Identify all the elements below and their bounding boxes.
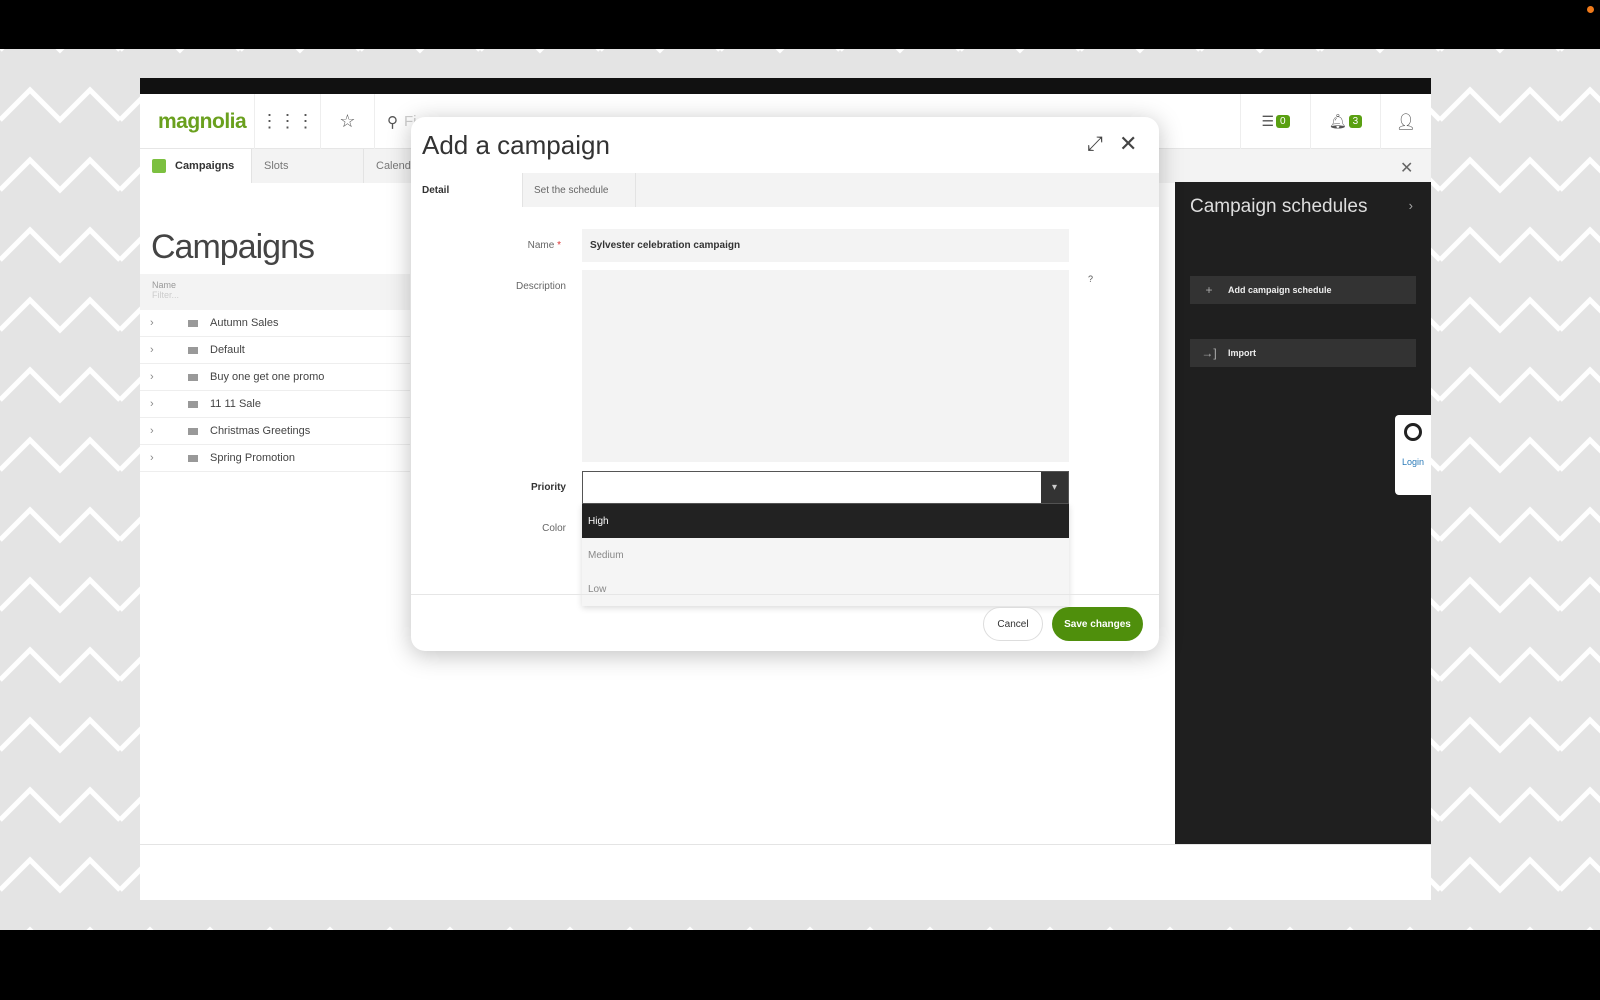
chevron-right-icon[interactable]: ›	[150, 317, 164, 329]
folder-icon	[188, 373, 198, 381]
chevron-right-icon[interactable]: ›	[150, 398, 164, 410]
login-link[interactable]: Login	[1395, 457, 1431, 467]
footer-divider	[411, 594, 1159, 595]
notifications-badge: 3	[1348, 115, 1363, 128]
folder-icon	[188, 319, 198, 327]
tasks-badge: 0	[1276, 115, 1290, 128]
cancel-button[interactable]: Cancel	[983, 607, 1043, 641]
screen-top-bar	[0, 0, 1600, 49]
save-changes-button[interactable]: Save changes	[1052, 607, 1143, 641]
button-label: Add campaign schedule	[1228, 285, 1332, 295]
bell-icon: 🔔︎	[1328, 113, 1347, 129]
panel-title: Campaign schedules	[1190, 196, 1368, 217]
list-item[interactable]: › Buy one get one promo	[140, 364, 410, 391]
footer-divider	[140, 844, 1431, 845]
item-label: 11 11 Sale	[210, 398, 261, 410]
window-strip	[140, 78, 1431, 94]
tab-label: Slots	[264, 160, 289, 172]
item-label: Christmas Greetings	[210, 425, 311, 437]
chevron-right-icon[interactable]: ›	[150, 425, 164, 437]
import-icon: →]	[1201, 346, 1217, 360]
list-item[interactable]: › 11 11 Sale	[140, 391, 410, 418]
item-label: Spring Promotion	[210, 452, 295, 464]
plus-icon: +	[1205, 283, 1213, 297]
priority-label: Priority	[530, 482, 566, 493]
column-header-name[interactable]: Name Filter...	[140, 274, 410, 310]
tab-set-the-schedule[interactable]: Set the schedule	[523, 173, 636, 207]
user-icon[interactable]: 👤︎	[1380, 94, 1431, 149]
app-launcher-icon[interactable]: ⋮⋮⋮	[254, 94, 320, 149]
list-item[interactable]: › Christmas Greetings	[140, 418, 410, 445]
favorites-star-icon[interactable]: ☆	[320, 94, 374, 149]
option-high[interactable]: High	[582, 504, 1069, 538]
filter-input[interactable]: Filter...	[152, 290, 398, 300]
folder-icon	[188, 427, 198, 435]
close-app-icon[interactable]: ✕	[1400, 158, 1413, 178]
notifications-button[interactable]: 🔔︎ 3	[1310, 94, 1380, 149]
campaign-schedules-panel: Campaign schedules › + Add campaign sched…	[1175, 182, 1431, 844]
dialog-tabs: Detail Set the schedule	[411, 173, 1159, 207]
item-label: Buy one get one promo	[210, 371, 325, 383]
dialog-title: Add a campaign	[422, 130, 610, 160]
item-label: Default	[210, 344, 245, 356]
tab-label: Set the schedule	[534, 184, 609, 196]
list-item[interactable]: › Default	[140, 337, 410, 364]
list-item[interactable]: › Spring Promotion	[140, 445, 410, 472]
button-label: Import	[1228, 348, 1256, 358]
chevron-right-icon[interactable]: ›	[150, 452, 164, 464]
logo: magnolia	[158, 110, 247, 133]
campaigns-app-icon	[152, 159, 166, 173]
option-low[interactable]: Low	[582, 572, 1069, 606]
add-campaign-schedule-button[interactable]: + Add campaign schedule	[1190, 276, 1416, 304]
color-label: Color	[542, 523, 566, 534]
screen-bottom-bar	[0, 930, 1600, 1000]
chevron-right-icon[interactable]: ›	[150, 344, 164, 356]
folder-icon	[188, 346, 198, 354]
page-title: Campaigns	[151, 228, 315, 266]
folder-icon	[188, 400, 198, 408]
add-campaign-dialog: Add a campaign ⤢ ✕ Detail Set the schedu…	[411, 117, 1159, 651]
recording-indicator	[1587, 6, 1594, 13]
tasks-button[interactable]: ☰ 0	[1240, 94, 1310, 149]
tab-campaigns[interactable]: Campaigns	[140, 149, 252, 183]
chevron-right-icon[interactable]: ›	[150, 371, 164, 383]
tab-label: Detail	[422, 184, 450, 196]
tasks-icon: ☰	[1261, 113, 1274, 129]
description-textarea[interactable]	[582, 270, 1069, 462]
import-button[interactable]: →] Import	[1190, 339, 1416, 367]
column-label: Name	[152, 280, 177, 290]
priority-select[interactable]: ▾	[582, 471, 1069, 504]
tab-slots[interactable]: Slots	[252, 149, 364, 183]
login-widget[interactable]: Login	[1395, 415, 1431, 495]
priority-dropdown: High Medium Low	[582, 504, 1069, 606]
help-icon[interactable]: ?	[1088, 274, 1093, 284]
search-icon: ⚲	[387, 113, 398, 131]
description-label: Description	[515, 281, 566, 292]
name-input[interactable]: Sylvester celebration campaign	[582, 229, 1069, 262]
item-label: Autumn Sales	[210, 317, 279, 329]
chevron-right-icon[interactable]: ›	[1409, 198, 1413, 213]
option-medium[interactable]: Medium	[582, 538, 1069, 572]
maximize-icon[interactable]: ⤢	[1087, 133, 1103, 156]
tab-detail[interactable]: Detail	[411, 173, 523, 207]
folder-icon	[188, 454, 198, 462]
list-item[interactable]: › Autumn Sales	[140, 310, 410, 337]
login-logo-icon	[1404, 423, 1422, 441]
chevron-down-icon[interactable]: ▾	[1041, 472, 1068, 503]
tab-label: Campaigns	[175, 160, 235, 172]
name-label: Name *	[527, 240, 561, 251]
close-icon[interactable]: ✕	[1119, 131, 1137, 157]
